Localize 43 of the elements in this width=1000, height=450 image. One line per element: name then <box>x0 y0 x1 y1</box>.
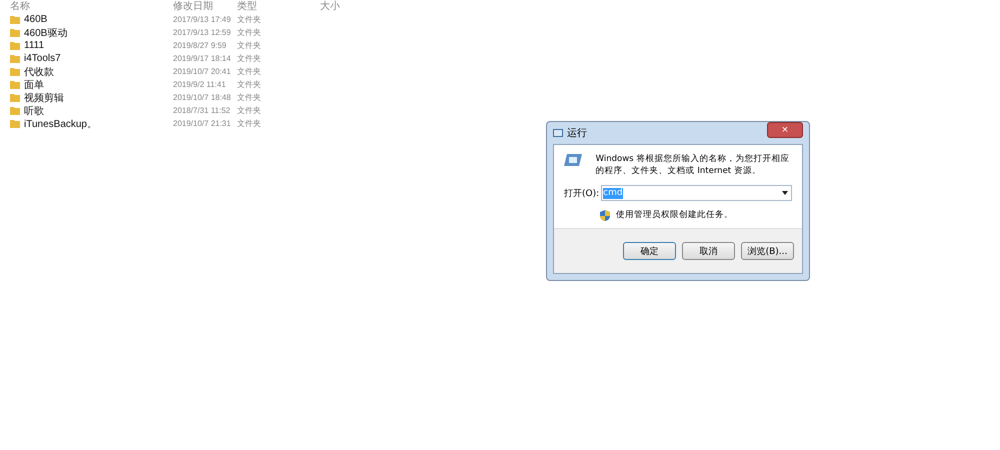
item-type: 文件夹 <box>237 14 261 26</box>
folder-name[interactable]: 460B驱动 <box>24 26 68 40</box>
admin-note: 使用管理员权限创建此任务。 <box>616 209 733 221</box>
modified-date: 2019/10/7 18:48 <box>173 92 231 104</box>
modified-date: 2019/8/27 9:59 <box>173 40 226 52</box>
dialog-button[interactable]: 浏览(B)... <box>741 242 794 260</box>
folder-name[interactable]: 代收款 <box>24 64 54 78</box>
close-button[interactable]: × <box>767 122 803 138</box>
item-type: 文件夹 <box>237 79 261 91</box>
modified-date: 2017/9/13 17:49 <box>173 14 231 26</box>
folder-name[interactable]: 视频剪辑 <box>24 90 64 104</box>
item-type: 文件夹 <box>237 92 261 104</box>
modified-date: 2018/7/31 11:52 <box>173 105 230 117</box>
item-type: 文件夹 <box>237 27 261 39</box>
modified-date: 2019/10/7 21:31 <box>173 118 231 130</box>
modified-date: 2019/9/2 11:41 <box>173 79 226 91</box>
modified-date: 2019/9/17 18:14 <box>173 53 231 65</box>
folder-name[interactable]: 1111 <box>24 40 44 51</box>
column-header[interactable]: 类型 <box>237 1 257 13</box>
folder-name[interactable]: iTunesBackup。 <box>24 116 97 130</box>
item-type: 文件夹 <box>237 118 261 130</box>
run-icon <box>553 129 563 137</box>
shield-icon <box>600 210 610 220</box>
dialog-button[interactable]: 确定 <box>623 242 676 260</box>
dialog-button[interactable]: 取消 <box>682 242 735 260</box>
column-header[interactable]: 名称 <box>10 1 30 13</box>
folder-name[interactable]: 面单 <box>24 78 44 92</box>
description-text: Windows 将根据您所输入的名称，为您打开相应的程序、文件夹、文档或 Internet 资源。 <box>596 153 790 177</box>
open-label: 打开(O): <box>564 188 600 200</box>
folder-name[interactable]: 460B <box>24 14 48 25</box>
item-type: 文件夹 <box>237 105 261 117</box>
column-header[interactable]: 修改日期 <box>173 1 213 13</box>
modified-date: 2017/9/13 12:59 <box>173 27 231 39</box>
folder-name[interactable]: i4Tools7 <box>24 53 61 64</box>
item-type: 文件夹 <box>237 40 261 52</box>
window-title: 运行 <box>567 126 588 140</box>
run-icon <box>564 153 582 167</box>
item-type: 文件夹 <box>237 53 261 65</box>
modified-date: 2019/10/7 20:41 <box>173 66 231 78</box>
dropdown-icon <box>782 191 788 195</box>
column-header[interactable]: 大小 <box>320 1 340 13</box>
item-type: 文件夹 <box>237 66 261 78</box>
folder-name[interactable]: 听歌 <box>24 104 44 118</box>
